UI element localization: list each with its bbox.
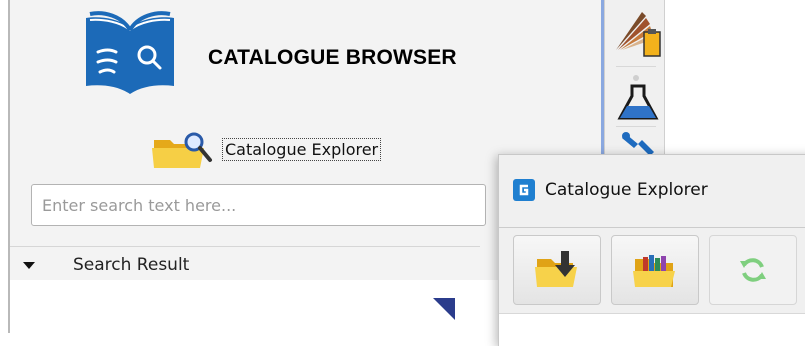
toolbar-divider xyxy=(616,66,656,67)
folder-download-icon xyxy=(535,251,577,287)
resize-corner-icon[interactable] xyxy=(431,296,457,322)
load-catalogue-button[interactable] xyxy=(513,235,601,305)
app-title: CATALOGUE BROWSER xyxy=(208,46,457,69)
window-left-edge xyxy=(0,0,10,333)
background-area xyxy=(664,0,710,160)
background-area xyxy=(709,0,805,160)
popup-divider xyxy=(499,227,805,228)
toolbar-divider xyxy=(616,126,656,127)
search-result-label: Search Result xyxy=(73,255,190,275)
catalogue-explorer-link[interactable]: Catalogue Explorer xyxy=(150,128,382,170)
catalogue-book-logo-icon xyxy=(86,11,174,94)
catalogue-explorer-label: Catalogue Explorer xyxy=(222,137,382,161)
folder-books-icon xyxy=(633,255,675,287)
expand-arrow-icon[interactable] xyxy=(23,261,35,269)
lab-flask-icon[interactable] xyxy=(616,72,660,122)
wrench-tool-icon[interactable] xyxy=(618,130,658,156)
search-result-group[interactable]: Search Result xyxy=(10,246,480,283)
color-palette-clipboard-icon[interactable] xyxy=(612,10,662,58)
catalogue-explorer-popup: Catalogue Explorer xyxy=(498,154,805,346)
refresh-button[interactable] xyxy=(709,235,797,305)
popup-title: Catalogue Explorer xyxy=(545,180,708,200)
catalogue-books-button[interactable] xyxy=(611,235,699,305)
popup-title-bar: Catalogue Explorer xyxy=(513,179,708,201)
catalogue-explorer-app-icon xyxy=(513,179,535,201)
refresh-icon xyxy=(740,258,766,282)
search-input[interactable] xyxy=(31,184,486,226)
folder-search-icon xyxy=(152,132,212,168)
popup-content-area xyxy=(499,313,805,346)
